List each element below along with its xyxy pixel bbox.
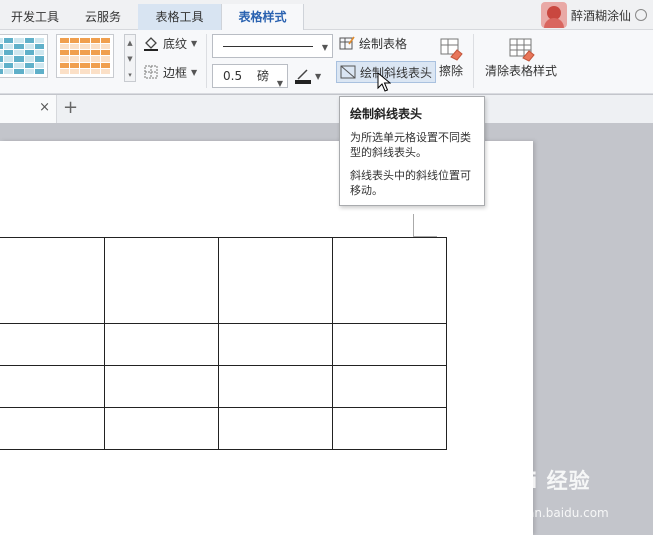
table-style-preset-orange[interactable]: [56, 34, 114, 78]
user-name[interactable]: 醉酒糊涂仙: [571, 7, 631, 24]
tab-developer-tools[interactable]: 开发工具: [0, 4, 70, 30]
new-tab-plus-icon[interactable]: +: [63, 97, 78, 118]
pen-color-icon: [295, 68, 311, 84]
table-cell[interactable]: [218, 323, 333, 366]
table-cell[interactable]: [0, 407, 105, 450]
border-button[interactable]: 边框 ▼: [143, 61, 197, 83]
table-style-preset-blue[interactable]: [0, 34, 48, 78]
clear-table-style-button[interactable]: 清除表格样式: [485, 36, 557, 79]
table-cell[interactable]: [218, 365, 333, 408]
tooltip-title: 绘制斜线表头: [350, 107, 423, 121]
line-width-value: 0.5: [223, 69, 243, 83]
table-cell[interactable]: [332, 407, 447, 450]
erase-label: 擦除: [438, 64, 463, 78]
chevron-down-icon: ▼: [191, 67, 198, 77]
table-cell[interactable]: [332, 365, 447, 408]
draw-table-icon: [339, 36, 355, 50]
table-cell[interactable]: [0, 237, 105, 324]
line-style-preview: [223, 46, 313, 47]
table-cell[interactable]: [104, 365, 219, 408]
line-style-select[interactable]: ▼: [212, 34, 333, 58]
chevron-down-icon: ▼: [315, 71, 322, 81]
ribbon-panel: ▲ ▼ ▾ 底纹 ▼ 边框 ▼ ▼ 0.5 磅 ▼ ▼ 绘制表格 绘制斜线表头 擦除…: [0, 30, 653, 94]
avatar[interactable]: [540, 2, 567, 28]
table-row: [0, 407, 447, 450]
divider: [206, 34, 207, 88]
tab-table-tools[interactable]: 表格工具: [138, 4, 221, 30]
table-row: [0, 237, 447, 324]
tooltip-draw-diagonal-header: 绘制斜线表头 为所选单元格设置不同类型的斜线表头。 斜线表头中的斜线位置可移动。: [339, 96, 485, 206]
chevron-down-icon: ▼: [276, 79, 283, 88]
table-cell[interactable]: [218, 407, 333, 450]
diagonal-header-icon: [340, 65, 356, 79]
shading-label: 底纹: [163, 36, 188, 51]
style-gallery-scroller[interactable]: ▲ ▼ ▾: [124, 34, 136, 82]
table-cell[interactable]: [0, 365, 105, 408]
tooltip-description: 为所选单元格设置不同类型的斜线表头。: [350, 131, 471, 159]
watermark-url: jingyan.baidu.com: [498, 506, 609, 520]
shading-button[interactable]: 底纹 ▼: [143, 32, 197, 54]
table-row: [0, 365, 447, 408]
ribbon-tab-bar: 开发工具 云服务 表格工具 表格样式 醉酒糊涂仙: [0, 0, 653, 30]
chevron-down-icon: ▼: [191, 38, 198, 48]
clear-style-icon: [509, 38, 535, 62]
border-label: 边框: [163, 65, 188, 80]
draw-diagonal-header-label: 绘制斜线表头: [360, 65, 433, 80]
tooltip-note: 斜线表头中的斜线位置可移动。: [350, 169, 471, 197]
pen-color-button[interactable]: ▼: [295, 68, 321, 84]
document-table[interactable]: [0, 237, 447, 450]
line-width-unit: 磅: [257, 69, 270, 83]
eraser-icon: [440, 38, 463, 61]
table-cell[interactable]: [332, 237, 447, 324]
table-cell[interactable]: [104, 237, 219, 324]
table-row: [0, 323, 447, 366]
border-icon: [144, 65, 158, 79]
paint-bucket-icon: [144, 37, 158, 51]
chevron-down-icon: ▼: [321, 43, 328, 52]
table-cell[interactable]: [104, 323, 219, 366]
settings-icon[interactable]: [635, 9, 647, 21]
erase-button[interactable]: 擦除: [438, 36, 464, 79]
tab-cloud-service[interactable]: 云服务: [70, 4, 136, 30]
draw-table-label: 绘制表格: [359, 36, 408, 51]
margin-corner-mark: [413, 214, 414, 236]
table-cell[interactable]: [218, 237, 333, 324]
user-account[interactable]: 醉酒糊涂仙: [540, 2, 647, 28]
document-tab[interactable]: ×: [0, 95, 57, 123]
line-width-select[interactable]: 0.5 磅 ▼: [212, 64, 288, 88]
divider: [473, 34, 474, 88]
tab-table-style[interactable]: 表格样式: [221, 4, 304, 30]
document-tab-bar: × +: [0, 95, 653, 123]
table-cell[interactable]: [332, 323, 447, 366]
clear-table-style-label: 清除表格样式: [485, 64, 558, 78]
table-cell[interactable]: [104, 407, 219, 450]
table-cell[interactable]: [0, 323, 105, 366]
mouse-cursor-icon: [377, 72, 391, 92]
draw-table-button[interactable]: 绘制表格: [339, 32, 407, 54]
close-icon[interactable]: ×: [39, 100, 50, 115]
watermark-logo: Bai 经验: [498, 469, 591, 493]
